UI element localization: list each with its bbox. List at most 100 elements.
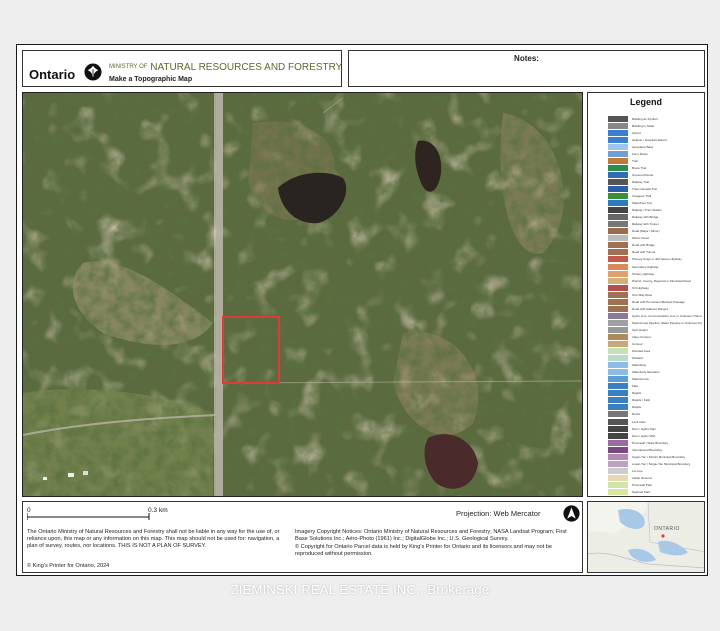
legend-swatch bbox=[608, 228, 628, 235]
legend-swatch bbox=[608, 446, 628, 453]
legend-swatch bbox=[608, 383, 628, 390]
legend-item: Groomed Route bbox=[608, 171, 702, 178]
legend-item: Provincial / State Boundary bbox=[608, 439, 702, 446]
legend-swatch bbox=[608, 305, 628, 312]
legend-item: Trans Canada Trail bbox=[608, 185, 702, 192]
legend-swatch bbox=[608, 376, 628, 383]
legend-item-label: District, County, Regional or Municipal … bbox=[632, 278, 691, 283]
legend-swatch bbox=[608, 242, 628, 249]
legend-item-label: Hydro Line, Communication Line or Unknow… bbox=[632, 313, 702, 318]
legend-item: Building to Scale bbox=[608, 122, 702, 129]
satellite-map[interactable] bbox=[22, 92, 583, 497]
info-panel: 0 0.3 km Projection: Web Mercator The On… bbox=[22, 501, 583, 573]
legend-item-label: Dam / Hydro Dam bbox=[632, 426, 657, 431]
legend-item: Contour bbox=[608, 341, 702, 348]
legend-item: Road with Tunnel bbox=[608, 249, 702, 256]
legend-item: Wooded Area bbox=[608, 348, 702, 355]
legend-item-label: Provincial / State Boundary bbox=[632, 440, 669, 445]
legend-item: Road with Permanent Blocked Passage bbox=[608, 298, 702, 305]
legend-swatch bbox=[608, 270, 628, 277]
north-arrow-icon bbox=[563, 505, 580, 522]
legend-item: Lot Line bbox=[608, 467, 702, 474]
legend-title: Legend bbox=[629, 97, 662, 107]
legend-swatch bbox=[608, 150, 628, 157]
ministry-name: MINISTRY OF NATURAL RESOURCES AND FOREST… bbox=[109, 62, 342, 73]
legend-item: Secondary Highway bbox=[608, 263, 702, 270]
legend-item: Conservation Reserve bbox=[608, 496, 702, 497]
location-marker-icon bbox=[661, 534, 665, 538]
locator-minimap[interactable]: ONTARIO bbox=[587, 501, 705, 573]
legend-item-label: Aeroplane Base bbox=[632, 144, 654, 149]
legend-item-label: Airport bbox=[632, 130, 641, 135]
legend-item-label: Road (Major / Minor) bbox=[632, 229, 660, 234]
legend-swatch bbox=[608, 411, 628, 418]
legend-item: Toll Highway bbox=[608, 284, 702, 291]
legend-item-label: Wetland bbox=[632, 356, 643, 361]
copyright-notices: Imagery Copyright Notices: Ontario Minis… bbox=[295, 529, 578, 559]
legend-item-label: Rocks bbox=[632, 412, 641, 417]
ontario-logo-text: Ontario bbox=[29, 67, 76, 82]
aerial-imagery bbox=[23, 93, 582, 496]
legend-item: Voyageur Trail bbox=[608, 193, 702, 200]
legend-item-label: Dam / Hydro Wall bbox=[632, 433, 656, 438]
legend-item: Spot Height bbox=[608, 326, 702, 333]
legend-swatch bbox=[608, 439, 628, 446]
legend-item-label: Wooded Area bbox=[632, 349, 651, 354]
legend-item: Railway Trail bbox=[608, 178, 702, 185]
ministry-prefix: MINISTRY OF bbox=[109, 64, 148, 70]
legend-item: Tertiary Highway bbox=[608, 270, 702, 277]
legend-item: Bruce Trail bbox=[608, 164, 702, 171]
scale-start-label: 0 bbox=[27, 507, 31, 514]
legend-swatch bbox=[608, 277, 628, 284]
legend-item-label: Rapids / Falls bbox=[632, 398, 651, 403]
legend-item: Wetland bbox=[608, 355, 702, 362]
legend-swatch bbox=[608, 418, 628, 425]
legend-swatch bbox=[608, 481, 628, 488]
legend-item-label: Waterbody bbox=[632, 363, 647, 368]
legend-item: Road with Address Ranges bbox=[608, 305, 702, 312]
scale-bar: 0 0.3 km bbox=[27, 507, 168, 520]
legend-item-label: Provincial Park bbox=[632, 482, 653, 487]
legend-item: Airport bbox=[608, 129, 702, 136]
legend-item: Heliport / Hospital Heliport bbox=[608, 136, 702, 143]
legend-item: One Way Road bbox=[608, 291, 702, 298]
legend-item: Lock Gate bbox=[608, 418, 702, 425]
legend-swatch bbox=[608, 249, 628, 256]
legend-swatch bbox=[608, 193, 628, 200]
legend-item-label: Falls bbox=[632, 384, 639, 389]
legend-item-label: Road with Address Ranges bbox=[632, 306, 669, 311]
legend-item: Rapids / Falls bbox=[608, 397, 702, 404]
legend-swatch bbox=[608, 355, 628, 362]
legend-list: Building as Symbol Building to Scale Airpo… bbox=[608, 115, 702, 497]
legend-item: Hydro Line, Communication Line or Unknow… bbox=[608, 312, 702, 319]
kings-printer-copyright: © King's Printer for Ontario, 2024 bbox=[27, 563, 110, 569]
legend-swatch bbox=[608, 326, 628, 333]
legend-swatch bbox=[608, 333, 628, 340]
legend-item-label: Road with Tunnel bbox=[632, 250, 656, 255]
legend-item-label: Spot Height bbox=[632, 327, 648, 332]
legend-item-label: National Park bbox=[632, 490, 651, 494]
legend-item-label: Secondary Highway bbox=[632, 264, 659, 269]
legend-swatch bbox=[608, 263, 628, 270]
legend-swatch bbox=[608, 200, 628, 207]
legend-item-label: Building as Symbol bbox=[632, 116, 658, 121]
legend-swatch bbox=[608, 348, 628, 355]
legend-item-label: Groomed Route bbox=[632, 172, 654, 177]
brokerage-watermark: ZIEMINSKI REAL ESTATE INC., Brokerage bbox=[230, 582, 490, 597]
legend-item: Rapids bbox=[608, 390, 702, 397]
legend-item-label: One Way Road bbox=[632, 292, 653, 297]
legend-item: Lower-Tier / Single-Tier Municipal Bound… bbox=[608, 460, 702, 467]
ministry-title: NATURAL RESOURCES AND FORESTRY bbox=[150, 62, 343, 73]
notes-label: Notes: bbox=[514, 54, 539, 63]
legend-swatch bbox=[608, 362, 628, 369]
legend-item-label: Heliport / Hospital Heliport bbox=[632, 137, 667, 142]
map-title: Make a Topographic Map bbox=[109, 76, 193, 83]
legend-item: Railway with Bridge bbox=[608, 214, 702, 221]
minimap-ontario-label: ONTARIO bbox=[654, 526, 680, 532]
legend-item-label: Bruce Trail bbox=[632, 165, 647, 170]
legend-swatch bbox=[608, 214, 628, 221]
legend-item-label: Railway with Bridge bbox=[632, 215, 659, 220]
legend-item: Railway with Tunnel bbox=[608, 221, 702, 228]
legend-swatch bbox=[608, 143, 628, 150]
legend-item-label: Voyageur Trail bbox=[632, 194, 652, 199]
